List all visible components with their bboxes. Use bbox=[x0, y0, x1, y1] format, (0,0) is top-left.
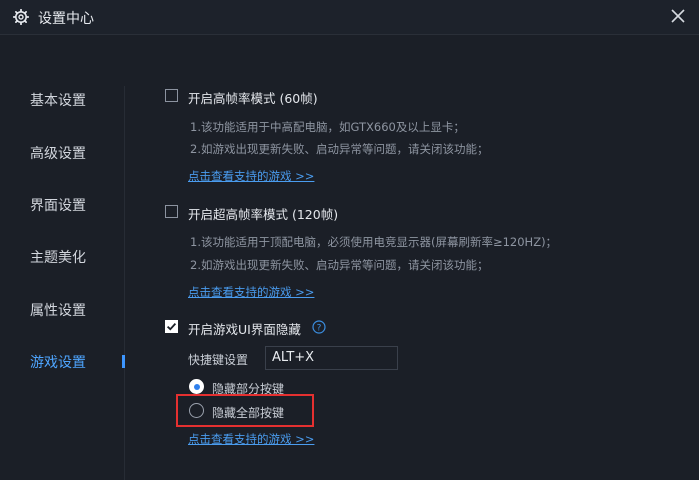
sidebar-divider bbox=[124, 86, 125, 480]
title-divider bbox=[0, 34, 699, 35]
high-fps-checkbox[interactable] bbox=[165, 89, 178, 102]
hide-ui-supported-games-link[interactable]: 点击查看支持的游戏 >> bbox=[188, 431, 314, 447]
title-bar: 设置中心 bbox=[0, 0, 699, 34]
check-icon bbox=[166, 322, 177, 331]
ultra-fps-desc-1: 1.该功能适用于顶配电脑，必须使用电竞显示器(屏幕刷新率≥120HZ)； bbox=[190, 235, 558, 249]
sidebar-item-game[interactable]: 游戏设置 bbox=[30, 352, 86, 372]
sidebar-item-theme[interactable]: 主题美化 bbox=[30, 247, 86, 267]
window-title: 设置中心 bbox=[38, 11, 94, 27]
high-fps-label: 开启高帧率模式 (60帧) bbox=[188, 91, 318, 106]
ultra-fps-desc-2: 2.如游戏出现更新失败、启动异常等问题，请关闭该功能； bbox=[190, 258, 489, 272]
ultra-fps-supported-games-link[interactable]: 点击查看支持的游戏 >> bbox=[188, 284, 314, 300]
sidebar-active-marker bbox=[122, 355, 125, 368]
close-icon[interactable] bbox=[669, 7, 687, 25]
sidebar-item-basic[interactable]: 基本设置 bbox=[30, 90, 86, 110]
hotkey-input[interactable]: ALT+X bbox=[265, 346, 398, 370]
hide-ui-label: 开启游戏UI界面隐藏 bbox=[188, 322, 301, 337]
high-fps-supported-games-link[interactable]: 点击查看支持的游戏 >> bbox=[188, 168, 314, 184]
ultra-fps-label: 开启超高帧率模式 (120帧) bbox=[188, 207, 339, 222]
svg-text:?: ? bbox=[317, 323, 322, 333]
question-icon[interactable]: ? bbox=[312, 320, 326, 334]
sidebar-item-properties[interactable]: 属性设置 bbox=[30, 300, 86, 320]
sidebar-item-interface[interactable]: 界面设置 bbox=[30, 195, 86, 215]
hotkey-label: 快捷键设置 bbox=[188, 353, 249, 367]
high-fps-desc-2: 2.如游戏出现更新失败、启动异常等问题，请关闭该功能； bbox=[190, 142, 489, 156]
sidebar-item-advanced[interactable]: 高级设置 bbox=[30, 143, 86, 163]
gear-icon bbox=[13, 9, 29, 25]
hide-ui-checkbox[interactable] bbox=[165, 320, 178, 333]
red-highlight-box bbox=[176, 394, 314, 427]
high-fps-desc-1: 1.该功能适用于中高配电脑，如GTX660及以上显卡； bbox=[190, 120, 465, 134]
ultra-fps-checkbox[interactable] bbox=[165, 205, 178, 218]
hide-partial-radio[interactable] bbox=[189, 379, 204, 394]
